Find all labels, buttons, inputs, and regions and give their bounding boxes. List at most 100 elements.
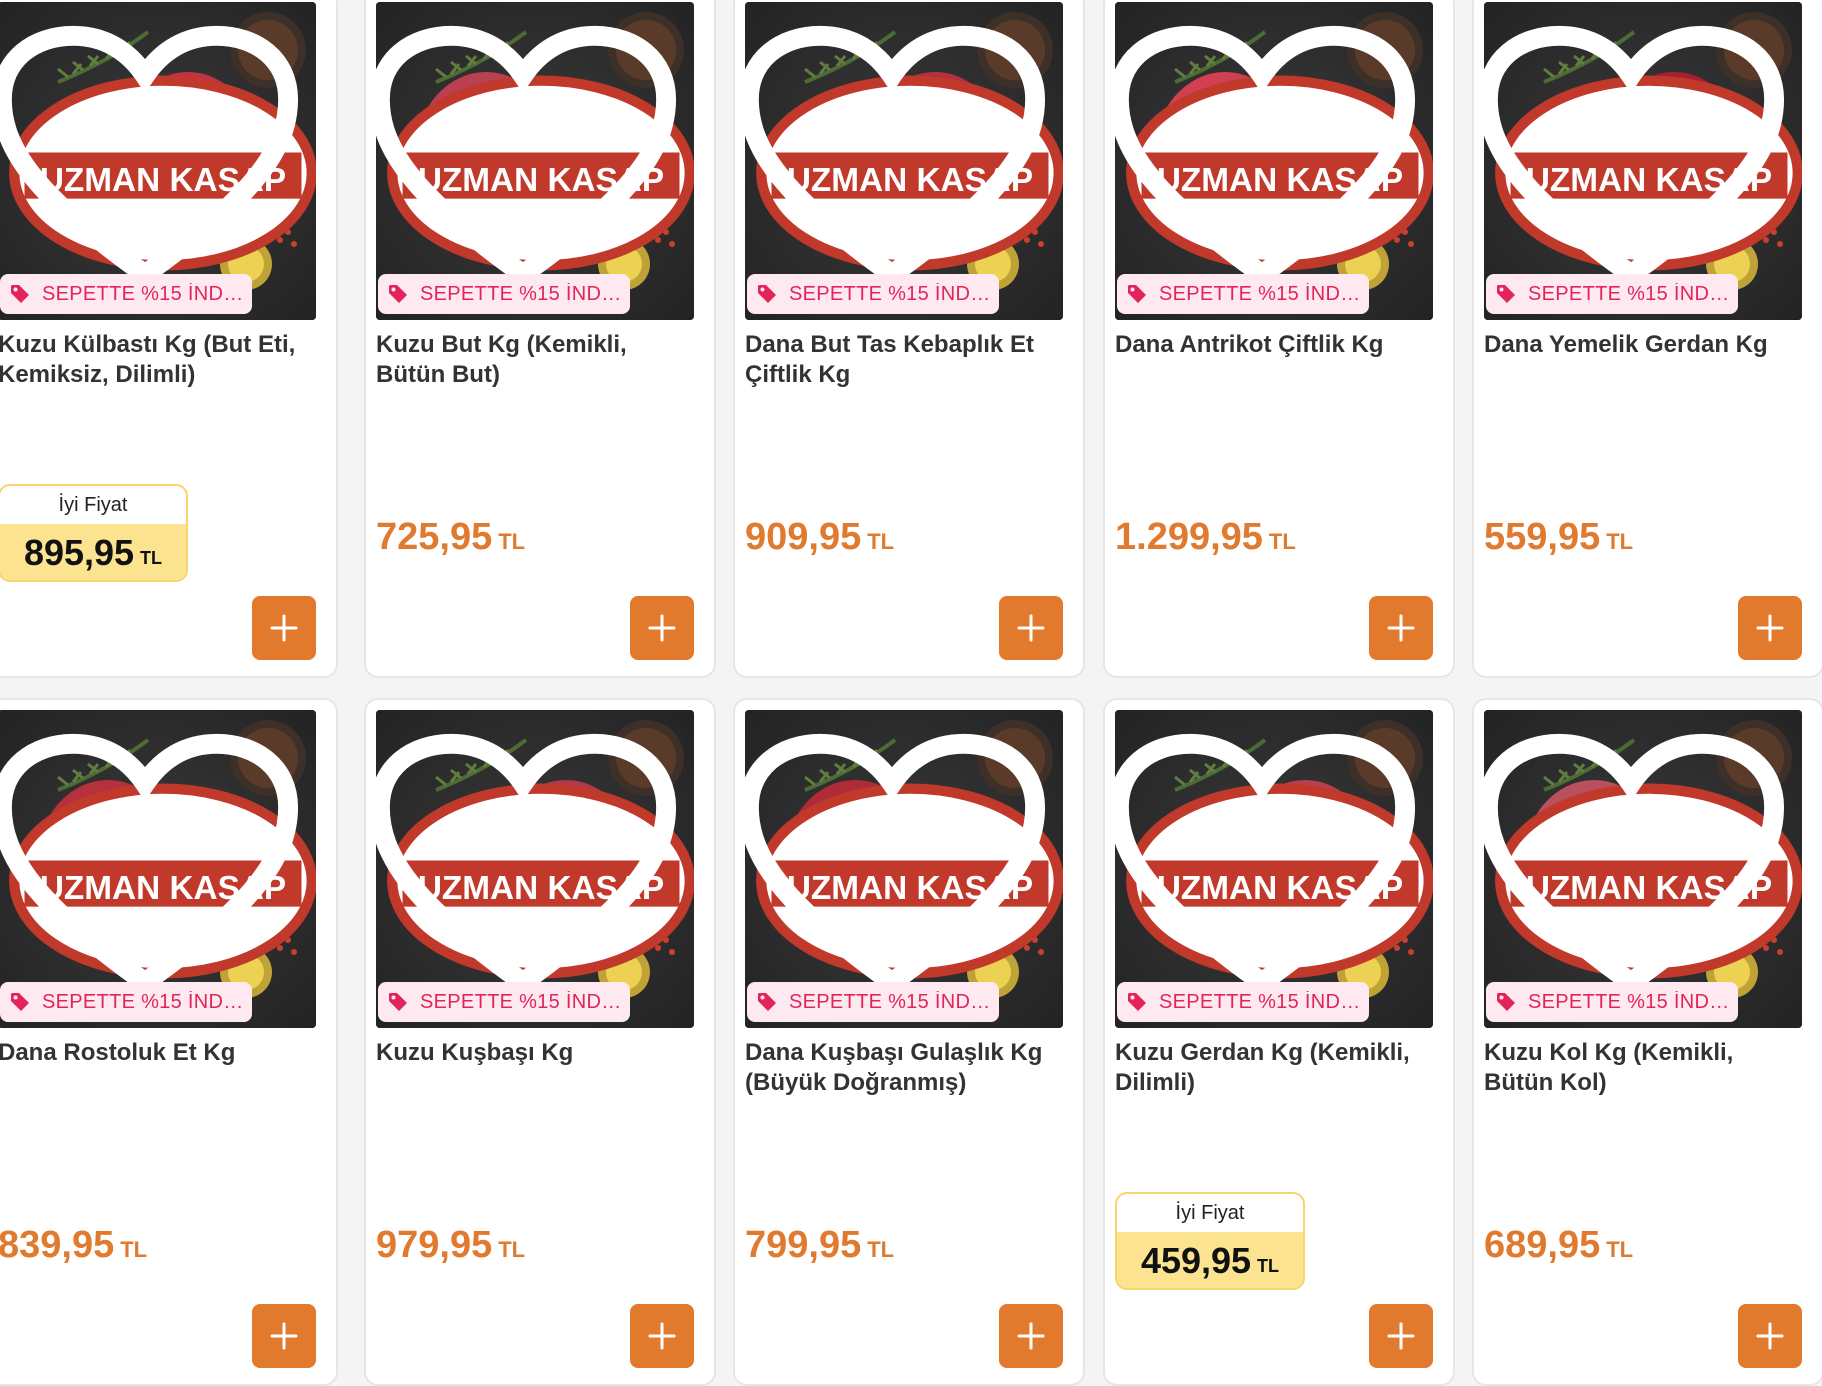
product-image[interactable]: UZMAN KASAP SEPETTE %15 İNDİRİM xyxy=(1484,710,1802,1028)
favorite-heart-icon[interactable] xyxy=(1115,712,1421,1028)
product-title[interactable]: Kuzu But Kg (Kemikli, Bütün But) xyxy=(376,330,698,390)
currency-label: TL xyxy=(140,547,163,568)
product-title[interactable]: Kuzu Kuşbaşı Kg xyxy=(376,1038,698,1068)
plus-icon xyxy=(1387,614,1415,642)
product-price: 979,95 TL xyxy=(376,1224,525,1267)
product-title[interactable]: Dana Yemelik Gerdan Kg xyxy=(1484,330,1806,360)
favorite-heart-icon[interactable] xyxy=(1115,4,1421,320)
add-to-cart-button[interactable] xyxy=(999,596,1063,660)
price-value: 909,95 xyxy=(745,516,862,558)
favorite-heart-icon[interactable] xyxy=(376,4,682,320)
favorite-heart-icon[interactable] xyxy=(1484,4,1790,320)
discount-badge: SEPETTE %15 İNDİRİM xyxy=(747,274,999,314)
add-to-cart-button[interactable] xyxy=(252,596,316,660)
favorite-heart-icon[interactable] xyxy=(745,712,1051,1028)
discount-text: SEPETTE %15 İNDİRİM xyxy=(789,282,994,305)
product-card[interactable]: UZMAN KASAP SEPETTE %15 İNDİRİM Kuzu Kol… xyxy=(1472,698,1822,1386)
currency-label: TL xyxy=(120,1237,148,1262)
product-title[interactable]: Dana Rostoluk Et Kg xyxy=(0,1038,320,1068)
add-to-cart-button[interactable] xyxy=(630,596,694,660)
price-value: 689,95 xyxy=(1484,1224,1601,1266)
product-image[interactable]: UZMAN KASAP SEPETTE %15 İNDİRİM xyxy=(376,710,694,1028)
price-tag-icon xyxy=(1497,993,1515,1011)
price-value: 799,95 xyxy=(745,1224,862,1266)
price-value: 725,95 xyxy=(376,516,493,558)
product-image[interactable]: UZMAN KASAP SEPETTE %15 İNDİRİM xyxy=(0,710,316,1028)
good-price-label: İyi Fiyat xyxy=(1175,1202,1245,1224)
price-tag-icon xyxy=(1497,285,1515,303)
product-card[interactable]: UZMAN KASAP SEPETTE %15 İNDİRİM Dana But… xyxy=(733,0,1085,678)
price-value: 839,95 xyxy=(0,1224,115,1266)
discount-badge: SEPETTE %15 İNDİRİM xyxy=(1486,274,1738,314)
product-card[interactable]: UZMAN KASAP SEPETTE %15 İNDİRİM Kuzu Ger… xyxy=(1103,698,1455,1386)
discount-text: SEPETTE %15 İNDİRİM xyxy=(1528,990,1733,1013)
product-title[interactable]: Kuzu Külbastı Kg (But Eti, Kemiksiz, Dil… xyxy=(0,330,320,390)
plus-icon xyxy=(1017,614,1045,642)
add-to-cart-button[interactable] xyxy=(630,1304,694,1368)
good-price-badge: İyi Fiyat 895,95 TL xyxy=(0,484,188,582)
add-to-cart-button[interactable] xyxy=(1738,596,1802,660)
good-price-label: İyi Fiyat xyxy=(58,494,128,516)
product-title[interactable]: Kuzu Kol Kg (Kemikli, Bütün Kol) xyxy=(1484,1038,1806,1098)
product-image[interactable]: UZMAN KASAP SEPETTE %15 İNDİRİM xyxy=(0,2,316,320)
product-card[interactable]: UZMAN KASAP SEPETTE %15 İNDİRİM Kuzu Kuş… xyxy=(364,698,716,1386)
favorite-heart-icon[interactable] xyxy=(376,712,682,1028)
discount-text: SEPETTE %15 İNDİRİM xyxy=(1159,282,1364,305)
good-price-value: 459,95 TL xyxy=(1117,1232,1303,1288)
add-to-cart-button[interactable] xyxy=(1369,596,1433,660)
price-value: 459,95 xyxy=(1140,1240,1252,1281)
product-card[interactable]: UZMAN KASAP SEPETTE %15 İNDİRİM Dana Yem… xyxy=(1472,0,1822,678)
favorite-heart-icon[interactable] xyxy=(745,4,1051,320)
currency-label: TL xyxy=(1606,1237,1634,1262)
plus-icon xyxy=(1756,614,1784,642)
add-to-cart-button[interactable] xyxy=(999,1304,1063,1368)
product-card[interactable]: UZMAN KASAP SEPETTE %15 İNDİRİM Dana Ros… xyxy=(0,698,338,1386)
discount-badge: SEPETTE %15 İNDİRİM xyxy=(378,982,630,1022)
product-price: 1.299,95 TL xyxy=(1115,516,1296,559)
product-card[interactable]: UZMAN KASAP SEPETTE %15 İNDİRİM Kuzu But… xyxy=(364,0,716,678)
price-tag-icon xyxy=(1128,285,1146,303)
plus-icon xyxy=(270,614,298,642)
price-tag-icon xyxy=(11,993,29,1011)
product-image[interactable]: UZMAN KASAP SEPETTE %15 İNDİRİM xyxy=(376,2,694,320)
discount-badge: SEPETTE %15 İNDİRİM xyxy=(1486,982,1738,1022)
product-image[interactable]: UZMAN KASAP SEPETTE %15 İNDİRİM xyxy=(1115,710,1433,1028)
discount-badge: SEPETTE %15 İNDİRİM xyxy=(747,982,999,1022)
plus-icon xyxy=(270,1322,298,1350)
product-image[interactable]: UZMAN KASAP SEPETTE %15 İNDİRİM xyxy=(745,710,1063,1028)
favorite-heart-icon[interactable] xyxy=(0,712,304,1028)
plus-icon xyxy=(1017,1322,1045,1350)
add-to-cart-button[interactable] xyxy=(1738,1304,1802,1368)
price-tag-icon xyxy=(1128,993,1146,1011)
discount-badge: SEPETTE %15 İNDİRİM xyxy=(1117,982,1369,1022)
product-title[interactable]: Dana Kuşbaşı Gulaşlık Kg (Büyük Doğranmı… xyxy=(745,1038,1067,1098)
product-price: 725,95 TL xyxy=(376,516,525,559)
currency-label: TL xyxy=(1606,529,1634,554)
favorite-heart-icon[interactable] xyxy=(0,4,304,320)
price-tag-icon xyxy=(11,285,29,303)
add-to-cart-button[interactable] xyxy=(252,1304,316,1368)
good-price-value: 895,95 TL xyxy=(0,524,186,580)
currency-label: TL xyxy=(498,529,526,554)
plus-icon xyxy=(1387,1322,1415,1350)
add-to-cart-button[interactable] xyxy=(1369,1304,1433,1368)
price-value: 1.299,95 xyxy=(1115,516,1263,558)
product-image[interactable]: UZMAN KASAP SEPETTE %15 İNDİRİM xyxy=(745,2,1063,320)
product-price: 799,95 TL xyxy=(745,1224,894,1267)
price-tag-icon xyxy=(758,993,776,1011)
price-tag-icon xyxy=(389,993,407,1011)
product-card[interactable]: UZMAN KASAP SEPETTE %15 İNDİRİM Dana Kuş… xyxy=(733,698,1085,1386)
product-title[interactable]: Dana Antrikot Çiftlik Kg xyxy=(1115,330,1437,360)
currency-label: TL xyxy=(1257,1255,1280,1276)
product-card[interactable]: UZMAN KASAP SEPETTE %15 İNDİRİM Kuzu Kül… xyxy=(0,0,338,678)
product-title[interactable]: Dana But Tas Kebaplık Et Çiftlik Kg xyxy=(745,330,1067,390)
price-value: 895,95 xyxy=(23,532,135,573)
favorite-heart-icon[interactable] xyxy=(1484,712,1790,1028)
product-grid: UZMAN KASAP SEPETTE %15 İNDİRİM Kuzu Kül… xyxy=(0,0,1822,1386)
product-card[interactable]: UZMAN KASAP SEPETTE %15 İNDİRİM Dana Ant… xyxy=(1103,0,1455,678)
currency-label: TL xyxy=(498,1237,526,1262)
product-image[interactable]: UZMAN KASAP SEPETTE %15 İNDİRİM xyxy=(1484,2,1802,320)
price-value: 979,95 xyxy=(376,1224,493,1266)
product-image[interactable]: UZMAN KASAP SEPETTE %15 İNDİRİM xyxy=(1115,2,1433,320)
product-title[interactable]: Kuzu Gerdan Kg (Kemikli, Dilimli) xyxy=(1115,1038,1437,1098)
